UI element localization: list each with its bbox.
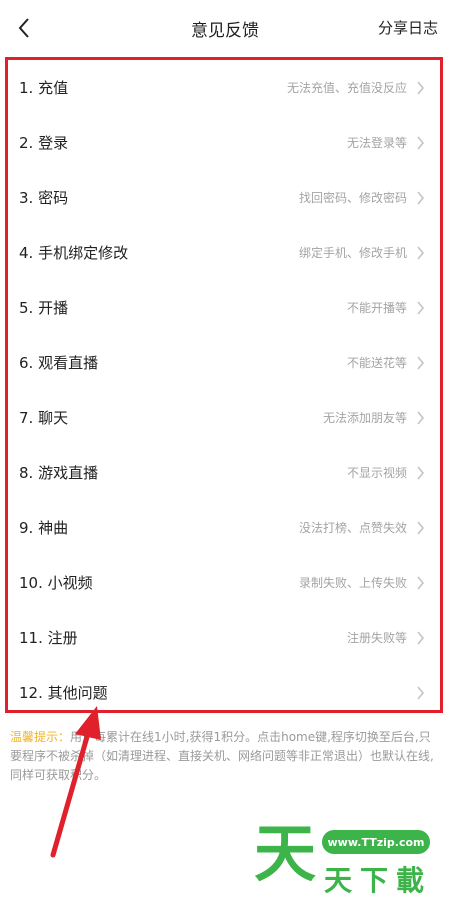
chevron-right-icon (416, 410, 426, 426)
watermark-big-char: 天 (254, 817, 317, 890)
feedback-list: 1. 充值 无法充值、充值没反应 2. 登录 无法登录等 3. 密码 找回密码、修改密码 4… (8, 60, 440, 720)
feedback-item-label: 11. 注册 (19, 629, 78, 647)
feedback-item-label: 4. 手机绑定修改 (19, 244, 129, 262)
feedback-item-hint: 录制失败、上传失败 (298, 576, 407, 590)
feedback-item[interactable]: 2. 登录 无法登录等 (8, 115, 440, 170)
feedback-item-hint: 无法添加朋友等 (322, 411, 407, 425)
feedback-list-highlight: 1. 充值 无法充值、充值没反应 2. 登录 无法登录等 3. 密码 找回密码、修改密码 4… (5, 57, 443, 713)
feedback-item-hint: 无法登录等 (346, 136, 407, 150)
chevron-left-icon (18, 18, 29, 38)
feedback-item-hint: 没法打榜、点赞失效 (298, 521, 407, 535)
chevron-right-icon (416, 80, 426, 96)
feedback-item[interactable]: 10. 小视频 录制失败、上传失败 (8, 555, 440, 610)
feedback-item-label: 9. 神曲 (19, 519, 69, 537)
chevron-right-icon (416, 190, 426, 206)
feedback-item-hint: 不显示视频 (346, 466, 407, 480)
feedback-item-label: 7. 聊天 (19, 409, 69, 427)
chevron-right-icon (416, 630, 426, 646)
feedback-item[interactable]: 9. 神曲 没法打榜、点赞失效 (8, 500, 440, 555)
header: 意见反馈 分享日志 (0, 0, 450, 56)
red-arrow-annotation (50, 706, 101, 858)
feedback-item[interactable]: 8. 游戏直播 不显示视频 (8, 445, 440, 500)
chevron-right-icon (416, 465, 426, 481)
feedback-item-label: 5. 开播 (19, 299, 69, 317)
feedback-item-label: 1. 充值 (19, 79, 69, 97)
chevron-right-icon (416, 355, 426, 371)
feedback-item[interactable]: 4. 手机绑定修改 绑定手机、修改手机 (8, 225, 440, 280)
watermark-char: 下 (360, 864, 389, 897)
feedback-item-hint: 不能开播等 (346, 301, 407, 315)
chevron-right-icon (416, 245, 426, 261)
watermark-char: 載 (396, 864, 425, 897)
feedback-item-label: 10. 小视频 (19, 574, 93, 592)
feedback-item[interactable]: 7. 聊天 无法添加朋友等 (8, 390, 440, 445)
feedback-item-hint: 不能送花等 (346, 356, 407, 370)
feedback-item-label: 3. 密码 (19, 189, 69, 207)
feedback-item-label: 8. 游戏直播 (19, 464, 99, 482)
watermark-char: 天 (324, 864, 353, 897)
feedback-item[interactable]: 5. 开播 不能开播等 (8, 280, 440, 335)
feedback-item-hint: 找回密码、修改密码 (298, 191, 407, 205)
feedback-item-label: 2. 登录 (19, 134, 69, 152)
feedback-item-hint: 无法充值、充值没反应 (286, 81, 407, 95)
chevron-right-icon (416, 520, 426, 536)
feedback-item-hint: 绑定手机、修改手机 (298, 246, 407, 260)
chevron-right-icon (416, 685, 426, 701)
back-button[interactable] (6, 8, 42, 48)
feedback-item[interactable]: 6. 观看直播 不能送花等 (8, 335, 440, 390)
watermark-url: www.TTzip.com (322, 830, 430, 854)
chevron-right-icon (416, 575, 426, 591)
chevron-right-icon (416, 135, 426, 151)
feedback-item-label: 6. 观看直播 (19, 354, 99, 372)
feedback-item[interactable]: 1. 充值 无法充值、充值没反应 (8, 60, 440, 115)
feedback-item[interactable]: 3. 密码 找回密码、修改密码 (8, 170, 440, 225)
site-watermark: 天 www.TTzip.com 天 下 載 (250, 817, 440, 902)
feedback-item-hint: 注册失败等 (346, 631, 407, 645)
share-log-button[interactable]: 分享日志 (378, 17, 438, 38)
feedback-item[interactable]: 11. 注册 注册失败等 (8, 610, 440, 665)
chevron-right-icon (416, 300, 426, 316)
